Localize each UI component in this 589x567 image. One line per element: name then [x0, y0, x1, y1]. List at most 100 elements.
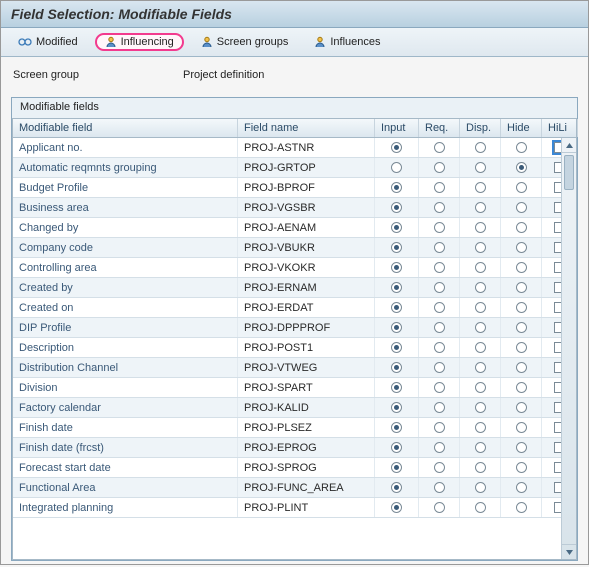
req-radio[interactable] — [434, 262, 445, 273]
scroll-up-button[interactable] — [562, 138, 576, 153]
hide-radio[interactable] — [516, 302, 527, 313]
hide-radio[interactable] — [516, 362, 527, 373]
hili-checkbox[interactable] — [554, 302, 561, 313]
scroll-track[interactable] — [562, 153, 576, 544]
input-radio[interactable] — [391, 182, 402, 193]
hide-radio[interactable] — [516, 442, 527, 453]
req-radio[interactable] — [434, 222, 445, 233]
input-radio[interactable] — [391, 322, 402, 333]
modified-button[interactable]: Modified — [9, 33, 87, 51]
screen-groups-button[interactable]: Screen groups — [192, 33, 298, 51]
req-radio[interactable] — [434, 422, 445, 433]
req-radio[interactable] — [434, 242, 445, 253]
col-disp[interactable]: Disp. — [460, 119, 501, 137]
disp-radio[interactable] — [475, 262, 486, 273]
vertical-scrollbar[interactable] — [561, 138, 576, 559]
hili-checkbox[interactable] — [554, 242, 561, 253]
input-radio[interactable] — [391, 402, 402, 413]
hili-checkbox[interactable] — [554, 142, 561, 153]
req-radio[interactable] — [434, 302, 445, 313]
disp-radio[interactable] — [475, 382, 486, 393]
disp-radio[interactable] — [475, 422, 486, 433]
hili-checkbox[interactable] — [554, 502, 561, 513]
col-hide[interactable]: Hide — [501, 119, 542, 137]
disp-radio[interactable] — [475, 282, 486, 293]
hili-checkbox[interactable] — [554, 282, 561, 293]
req-radio[interactable] — [434, 402, 445, 413]
disp-radio[interactable] — [475, 142, 486, 153]
input-radio[interactable] — [391, 382, 402, 393]
input-radio[interactable] — [391, 422, 402, 433]
req-radio[interactable] — [434, 382, 445, 393]
input-radio[interactable] — [391, 142, 402, 153]
input-radio[interactable] — [391, 262, 402, 273]
req-radio[interactable] — [434, 162, 445, 173]
influencing-button[interactable]: Influencing — [95, 33, 184, 51]
disp-radio[interactable] — [475, 502, 486, 513]
input-radio[interactable] — [391, 342, 402, 353]
input-radio[interactable] — [391, 442, 402, 453]
hide-radio[interactable] — [516, 322, 527, 333]
hili-checkbox[interactable] — [554, 422, 561, 433]
col-input[interactable]: Input — [375, 119, 419, 137]
req-radio[interactable] — [434, 462, 445, 473]
input-radio[interactable] — [391, 242, 402, 253]
hide-radio[interactable] — [516, 402, 527, 413]
disp-radio[interactable] — [475, 442, 486, 453]
req-radio[interactable] — [434, 502, 445, 513]
disp-radio[interactable] — [475, 362, 486, 373]
hili-checkbox[interactable] — [554, 322, 561, 333]
hide-radio[interactable] — [516, 502, 527, 513]
hide-radio[interactable] — [516, 342, 527, 353]
input-radio[interactable] — [391, 282, 402, 293]
disp-radio[interactable] — [475, 202, 486, 213]
disp-radio[interactable] — [475, 302, 486, 313]
disp-radio[interactable] — [475, 462, 486, 473]
hili-checkbox[interactable] — [554, 462, 561, 473]
hide-radio[interactable] — [516, 262, 527, 273]
disp-radio[interactable] — [475, 242, 486, 253]
scroll-thumb[interactable] — [564, 155, 574, 190]
hili-checkbox[interactable] — [554, 402, 561, 413]
hili-checkbox[interactable] — [554, 382, 561, 393]
scroll-down-button[interactable] — [562, 544, 576, 559]
hili-checkbox[interactable] — [554, 262, 561, 273]
hili-checkbox[interactable] — [554, 162, 561, 173]
disp-radio[interactable] — [475, 162, 486, 173]
req-radio[interactable] — [434, 182, 445, 193]
hili-checkbox[interactable] — [554, 182, 561, 193]
hili-checkbox[interactable] — [554, 342, 561, 353]
hili-checkbox[interactable] — [554, 362, 561, 373]
col-field[interactable]: Modifiable field — [13, 119, 238, 137]
hide-radio[interactable] — [516, 162, 527, 173]
input-radio[interactable] — [391, 462, 402, 473]
req-radio[interactable] — [434, 362, 445, 373]
disp-radio[interactable] — [475, 182, 486, 193]
disp-radio[interactable] — [475, 342, 486, 353]
hili-checkbox[interactable] — [554, 482, 561, 493]
col-name[interactable]: Field name — [238, 119, 375, 137]
req-radio[interactable] — [434, 282, 445, 293]
input-radio[interactable] — [391, 162, 402, 173]
req-radio[interactable] — [434, 482, 445, 493]
input-radio[interactable] — [391, 302, 402, 313]
input-radio[interactable] — [391, 482, 402, 493]
hide-radio[interactable] — [516, 282, 527, 293]
hide-radio[interactable] — [516, 462, 527, 473]
hili-checkbox[interactable] — [554, 202, 561, 213]
hide-radio[interactable] — [516, 202, 527, 213]
disp-radio[interactable] — [475, 222, 486, 233]
disp-radio[interactable] — [475, 482, 486, 493]
influences-button[interactable]: Influences — [305, 33, 389, 51]
hide-radio[interactable] — [516, 482, 527, 493]
col-hili[interactable]: HiLi — [542, 119, 578, 137]
hide-radio[interactable] — [516, 242, 527, 253]
input-radio[interactable] — [391, 502, 402, 513]
req-radio[interactable] — [434, 442, 445, 453]
hide-radio[interactable] — [516, 382, 527, 393]
disp-radio[interactable] — [475, 402, 486, 413]
disp-radio[interactable] — [475, 322, 486, 333]
req-radio[interactable] — [434, 342, 445, 353]
hili-checkbox[interactable] — [554, 222, 561, 233]
input-radio[interactable] — [391, 202, 402, 213]
